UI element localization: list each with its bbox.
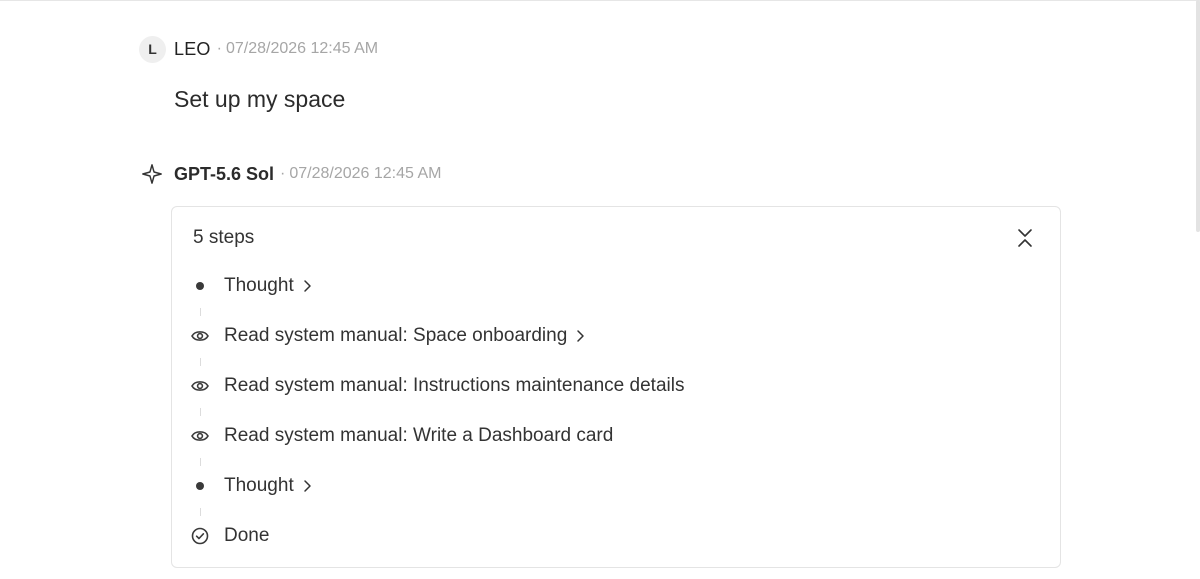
chevron-right-icon — [575, 329, 585, 343]
step-connector — [200, 308, 201, 316]
assistant-message-header: GPT-5.6 Sol · 07/28/2026 12:45 AM — [140, 161, 441, 187]
step-connector — [200, 458, 201, 466]
step-done: Done — [172, 522, 372, 550]
collapse-button[interactable] — [1014, 226, 1036, 250]
step-thought[interactable]: Thought — [172, 272, 372, 300]
message-timestamp: 07/28/2026 12:45 AM — [225, 40, 379, 57]
eye-icon — [189, 375, 211, 397]
avatar: L — [139, 35, 166, 63]
top-divider — [0, 0, 1200, 1]
sparkle-icon — [140, 162, 164, 186]
steps-card: 5 steps Thought Read system manual: Spac… — [171, 206, 1061, 568]
step-read-space-onboarding[interactable]: Read system manual: Space onboarding — [172, 322, 672, 350]
step-label: Read system manual: Instructions mainten… — [224, 375, 685, 396]
author-name: LEO — [174, 38, 211, 59]
collapse-icon — [1016, 227, 1034, 249]
separator: · — [216, 40, 222, 57]
step-label: Thought — [224, 475, 294, 496]
separator: · — [280, 165, 286, 182]
step-connector — [200, 508, 201, 516]
step-read-dashboard-card: Read system manual: Write a Dashboard ca… — [172, 422, 772, 450]
bullet-dot-icon — [189, 275, 211, 297]
user-message-text: Set up my space — [174, 86, 346, 112]
step-label: Thought — [224, 275, 294, 296]
eye-icon — [189, 425, 211, 447]
chevron-right-icon — [302, 279, 312, 293]
step-read-instructions-maintenance: Read system manual: Instructions mainten… — [172, 372, 772, 400]
step-label: Read system manual: Write a Dashboard ca… — [224, 425, 614, 446]
step-connector — [200, 358, 201, 366]
message-timestamp: 07/28/2026 12:45 AM — [289, 165, 442, 182]
step-connector — [200, 408, 201, 416]
step-label: Read system manual: Space onboarding — [224, 325, 568, 346]
step-thought[interactable]: Thought — [172, 472, 372, 500]
step-label: Done — [224, 525, 270, 546]
steps-title: 5 steps — [193, 227, 255, 248]
chevron-right-icon — [302, 479, 312, 493]
user-message-header: L LEO · 07/28/2026 12:45 AM — [139, 35, 378, 63]
eye-icon — [189, 325, 211, 347]
bullet-dot-icon — [189, 475, 211, 497]
check-circle-icon — [189, 525, 211, 547]
model-name: GPT-5.6 Sol — [174, 163, 275, 184]
scrollbar[interactable] — [1196, 0, 1200, 232]
